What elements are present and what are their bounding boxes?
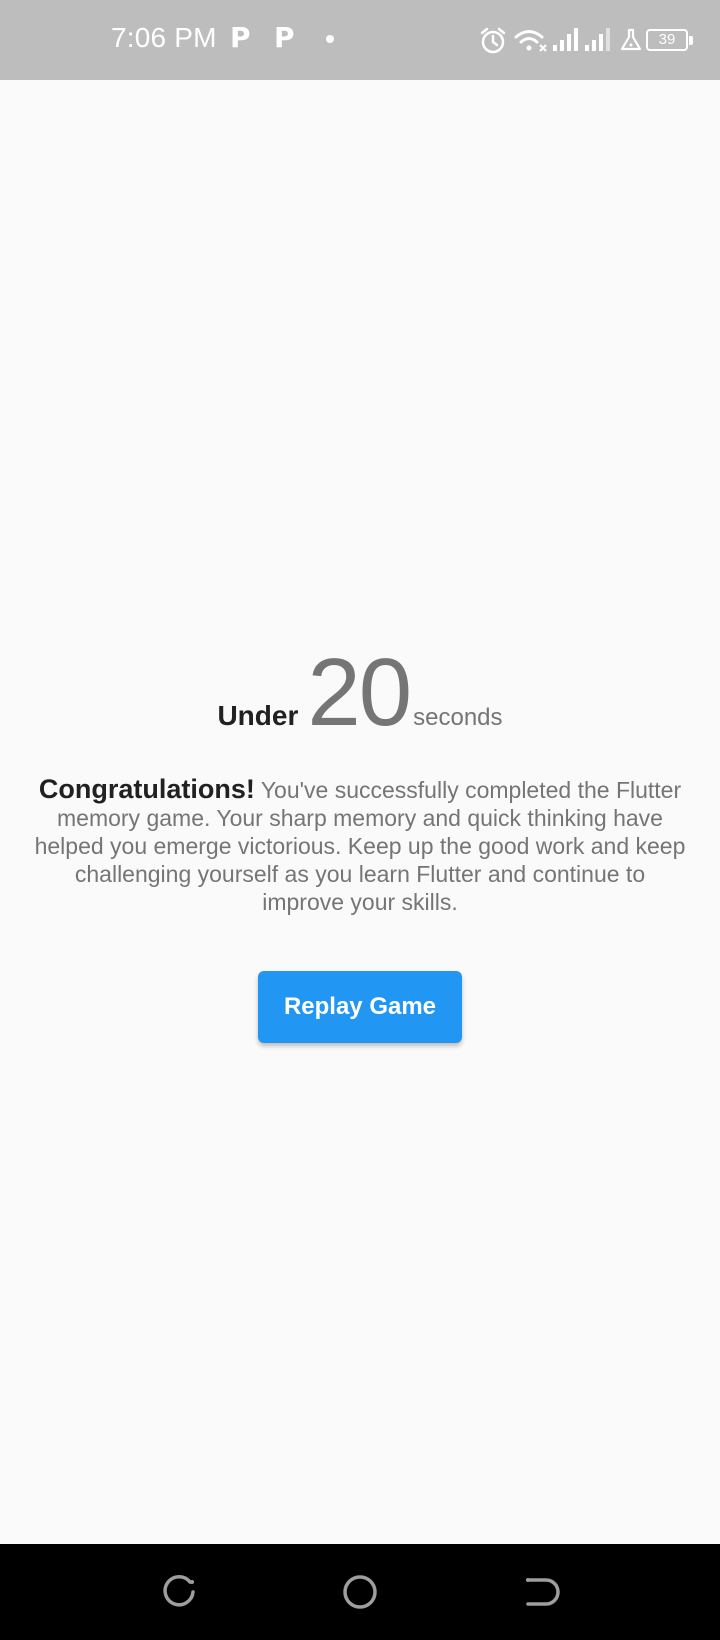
status-bar: 7:06 PM P P 39 <box>0 0 720 80</box>
status-icons: 39 <box>460 0 720 80</box>
recent-apps-icon[interactable] <box>160 1572 200 1612</box>
time-prefix: Under <box>217 700 299 731</box>
time-unit: seconds <box>413 704 503 731</box>
status-time: 7:06 PM <box>111 22 217 53</box>
signal-icon <box>553 28 578 51</box>
completion-time: Under 20 seconds <box>0 645 720 741</box>
flask-icon <box>620 28 642 51</box>
dot-icon <box>326 35 334 43</box>
back-icon[interactable] <box>520 1572 560 1612</box>
battery-icon: 39 <box>646 29 688 51</box>
p-icon: P <box>230 21 251 54</box>
wifi-off-icon <box>514 30 547 52</box>
battery-level: 39 <box>658 31 676 48</box>
replay-game-button[interactable]: Replay Game <box>258 971 462 1043</box>
navigation-bar <box>0 1544 720 1640</box>
p-icon: P <box>274 21 295 54</box>
congratulations-title: Congratulations! <box>38 774 255 804</box>
battery-tip <box>689 36 693 45</box>
result-screen: Under 20 seconds Congratulations! You've… <box>0 80 720 1544</box>
congratulations-message: Congratulations! You've successfully com… <box>34 775 686 916</box>
signal-weak-icon <box>585 28 610 51</box>
time-value: 20 <box>307 639 412 746</box>
alarm-icon <box>480 27 506 54</box>
home-icon[interactable] <box>340 1572 380 1612</box>
